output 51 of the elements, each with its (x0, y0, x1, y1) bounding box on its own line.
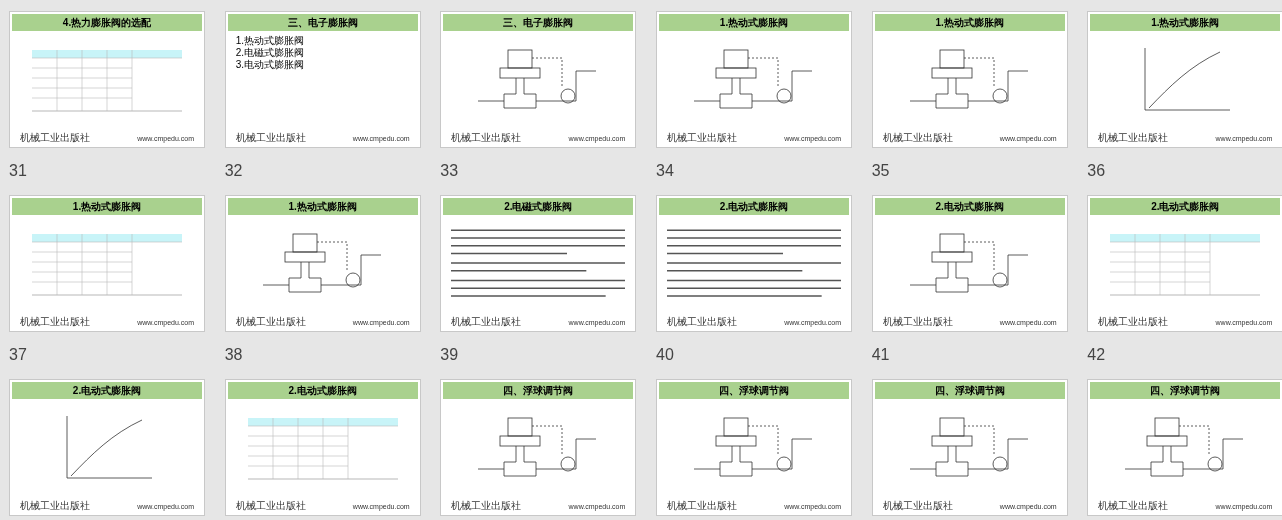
slide-title: 1.热动式膨胀阀 (1090, 14, 1281, 31)
publisher-logo: 机械工业出版社 (235, 501, 306, 511)
publisher-logo: 机械工业出版社 (20, 317, 90, 327)
publisher-logo: 机械工业出版社 (1098, 501, 1169, 511)
slide-number: 38 (224, 347, 243, 363)
slide-title: 四、浮球调节阀 (874, 382, 1065, 399)
slide-number: 34 (656, 163, 674, 179)
publisher-logo: 机械工业出版社 (451, 317, 522, 327)
publisher-logo: 机械工业出版社 (882, 501, 953, 511)
slide-title: 2.电动式膨胀阀 (12, 382, 202, 399)
slide-title: 4.热力膨胀阀的选配 (12, 14, 202, 31)
slide-number: 40 (656, 347, 674, 363)
list-item: 1.热动式膨胀阀 (235, 35, 304, 47)
publisher-logo: 机械工业出版社 (20, 133, 90, 143)
slide-number: 39 (440, 347, 459, 363)
publisher-logo: 机械工业出版社 (235, 317, 306, 327)
list-item: 2.电磁式膨胀阀 (235, 47, 304, 59)
slide-number: 36 (1087, 163, 1106, 179)
slide-title: 2.电动式膨胀阀 (227, 382, 418, 399)
slide-number: 31 (9, 163, 27, 179)
slide-title: 2.电磁式膨胀阀 (443, 198, 634, 215)
publisher-logo: 机械工业出版社 (1098, 133, 1169, 143)
publisher-logo: 机械工业出版社 (451, 133, 522, 143)
publisher-logo: 机械工业出版社 (20, 501, 90, 511)
publisher-logo: 机械工业出版社 (451, 501, 522, 511)
slide-title: 四、浮球调节阀 (443, 382, 634, 399)
publisher-logo: 机械工业出版社 (882, 133, 953, 143)
slide-title: 1.热动式膨胀阀 (874, 14, 1065, 31)
publisher-logo: 机械工业出版社 (235, 133, 306, 143)
slide-title: 三、电子膨胀阀 (227, 14, 418, 31)
slide-title: 2.电动式膨胀阀 (874, 198, 1065, 215)
slide-title: 2.电动式膨胀阀 (1090, 198, 1281, 215)
slide-title: 四、浮球调节阀 (1090, 382, 1281, 399)
slide-title: 1.热动式膨胀阀 (12, 198, 202, 215)
slide-title: 1.热动式膨胀阀 (227, 198, 418, 215)
slide-title: 1.热动式膨胀阀 (659, 14, 849, 31)
publisher-logo: 机械工业出版社 (1098, 317, 1169, 327)
slide-number: 41 (871, 347, 890, 363)
slide-number: 42 (1087, 347, 1106, 363)
slide-number: 32 (224, 163, 243, 179)
list-item: 3.电动式膨胀阀 (235, 59, 304, 71)
slide-number: 33 (440, 163, 459, 179)
slide-title: 2.电动式膨胀阀 (659, 198, 849, 215)
publisher-logo: 机械工业出版社 (667, 133, 737, 143)
slide-number: 37 (9, 347, 27, 363)
slide-title: 三、电子膨胀阀 (443, 14, 634, 31)
publisher-logo: 机械工业出版社 (882, 317, 953, 327)
publisher-logo: 机械工业出版社 (667, 317, 737, 327)
slide-number: 35 (871, 163, 890, 179)
publisher-logo: 机械工业出版社 (667, 501, 737, 511)
slide-title: 四、浮球调节阀 (659, 382, 849, 399)
